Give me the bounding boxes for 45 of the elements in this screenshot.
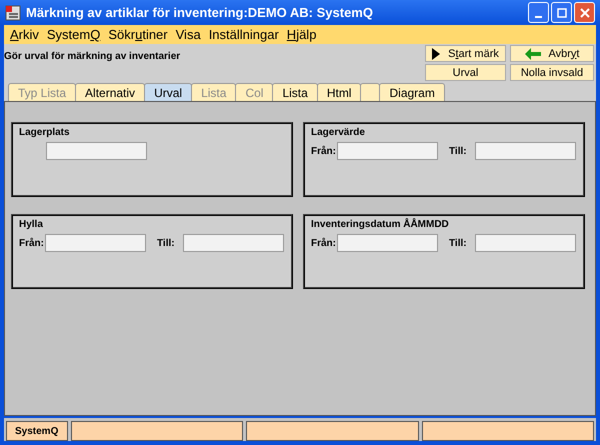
app-icon bbox=[5, 4, 21, 20]
input-field[interactable] bbox=[46, 142, 147, 160]
action-button[interactable]: Avbryt bbox=[510, 45, 594, 62]
tab[interactable]: Diagram bbox=[379, 83, 445, 101]
maximize-button[interactable] bbox=[551, 2, 572, 23]
action-button[interactable]: Urval bbox=[425, 64, 506, 81]
group-title: Lagerplats bbox=[19, 127, 71, 138]
field-label: Från: bbox=[311, 238, 337, 248]
input-field[interactable] bbox=[475, 142, 576, 160]
group-title: Hylla bbox=[19, 219, 44, 230]
field-label: Till: bbox=[449, 238, 468, 248]
tab[interactable]: Alternativ bbox=[75, 83, 146, 101]
action-button[interactable]: Nolla invsald bbox=[510, 64, 594, 81]
tab[interactable] bbox=[360, 83, 380, 101]
input-field[interactable] bbox=[183, 234, 284, 252]
group-title: Lagervärde bbox=[311, 127, 366, 138]
close-button[interactable] bbox=[574, 2, 595, 23]
menu-item[interactable]: SystemQ bbox=[42, 27, 104, 42]
tab[interactable]: Lista bbox=[272, 83, 318, 101]
minimize-icon bbox=[535, 16, 542, 18]
tab[interactable]: Html bbox=[316, 83, 362, 101]
group-title: Inventeringsdatum ÅÅMMDD bbox=[311, 219, 450, 230]
menu-item[interactable]: Visa bbox=[172, 27, 205, 42]
field-label: Till: bbox=[449, 146, 468, 156]
close-icon bbox=[580, 8, 590, 18]
window-title: Märkning av artiklar för inventering:DEMO AB: SystemQ bbox=[26, 5, 373, 20]
input-field[interactable] bbox=[337, 142, 438, 160]
left-arrow-icon bbox=[524, 48, 540, 60]
field-label: Från: bbox=[311, 146, 337, 156]
menu-item[interactable]: Inställningar bbox=[204, 27, 283, 42]
page-heading: Gör urval för märkning av inventarier bbox=[4, 51, 180, 64]
menu-item[interactable]: Hjälp bbox=[282, 27, 320, 42]
menu-item[interactable]: Sökrutiner bbox=[104, 27, 172, 42]
menu-item[interactable]: Arkiv bbox=[6, 27, 43, 42]
minimize-button[interactable] bbox=[528, 2, 549, 23]
tab[interactable]: Urval bbox=[144, 83, 192, 101]
play-icon bbox=[432, 48, 440, 60]
action-button[interactable]: Start märk bbox=[425, 45, 506, 62]
maximize-icon bbox=[556, 8, 566, 18]
field-label: Från: bbox=[19, 238, 45, 248]
field-label: Till: bbox=[157, 238, 176, 248]
input-field[interactable] bbox=[475, 234, 576, 252]
input-field[interactable] bbox=[45, 234, 146, 252]
status-cell: SystemQ bbox=[6, 421, 68, 441]
input-field[interactable] bbox=[337, 234, 438, 252]
